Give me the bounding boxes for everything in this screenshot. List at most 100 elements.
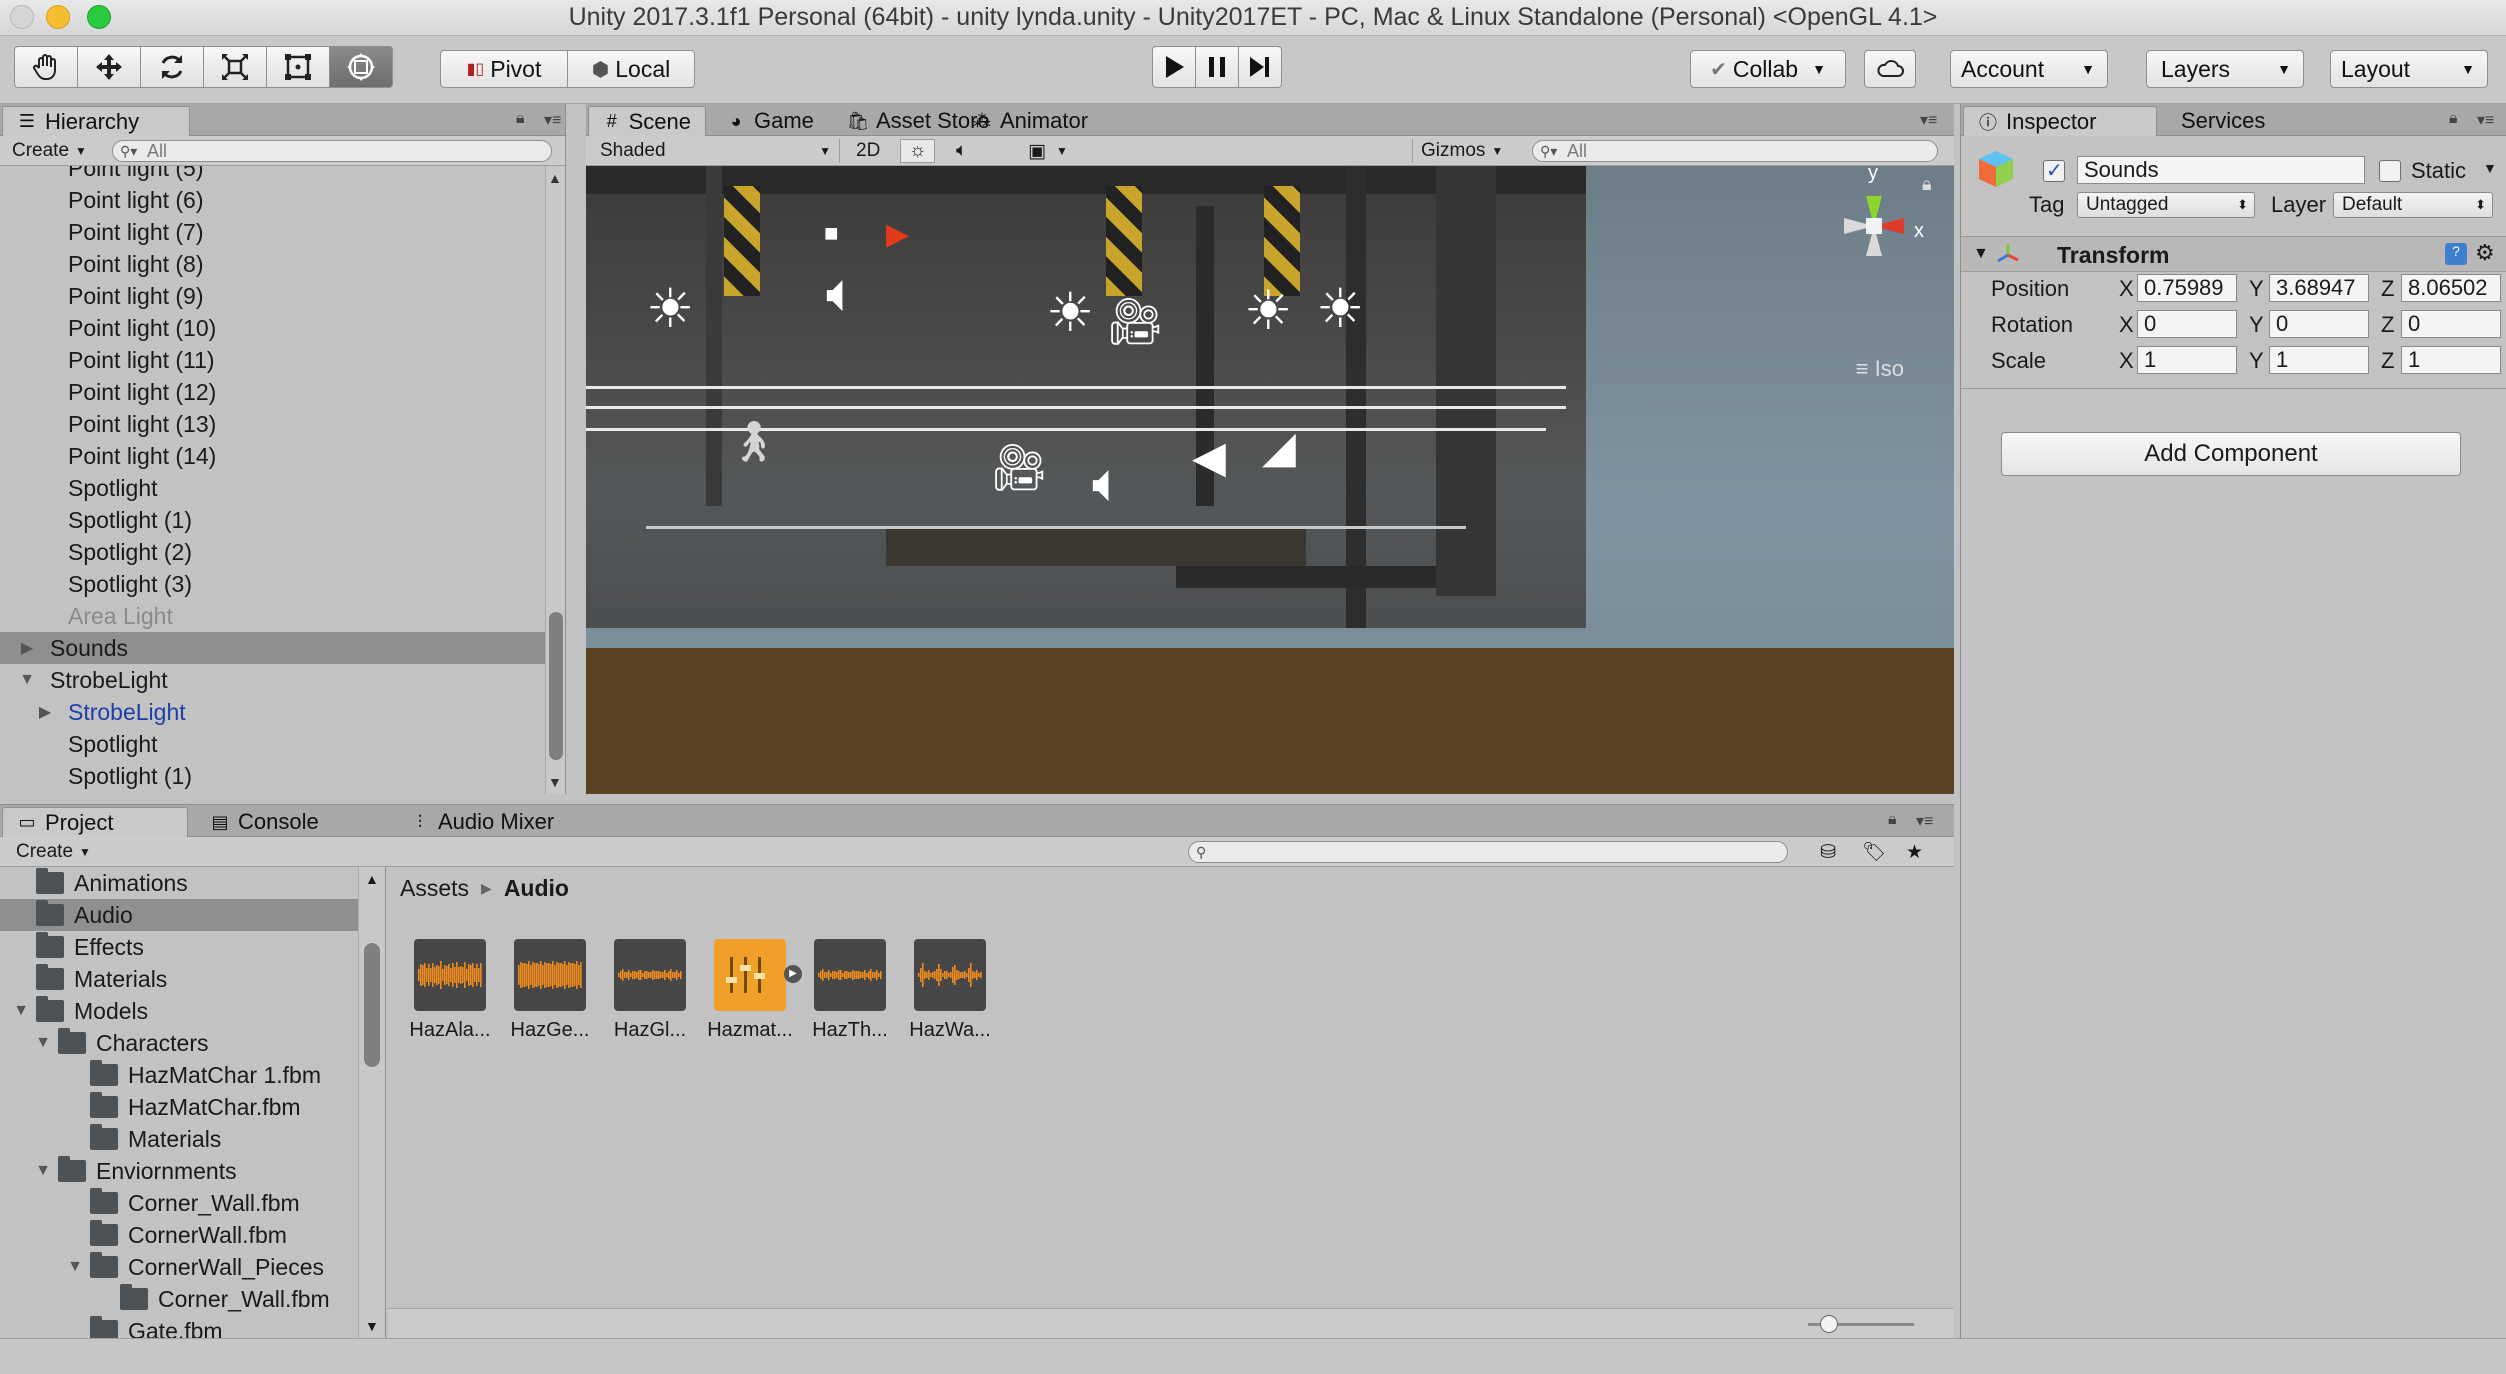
folder-item[interactable]: Materials (0, 1123, 358, 1155)
hierarchy-item[interactable]: Spotlight (1) (0, 504, 545, 536)
hierarchy-item[interactable]: Spotlight (0, 728, 545, 760)
folder-item[interactable]: Animations (0, 867, 358, 899)
breadcrumb-assets[interactable]: Assets (400, 875, 469, 902)
static-checkbox[interactable] (2379, 160, 2401, 182)
lock-icon[interactable]: 🔒︎ (1922, 174, 1932, 195)
lock-icon[interactable]: 🔒︎ (516, 110, 525, 128)
transform-tool-button[interactable] (329, 46, 393, 88)
hierarchy-item[interactable]: Point light (8) (0, 248, 545, 280)
foldout-open-icon[interactable]: ▼ (34, 1162, 52, 1180)
scale-x-field[interactable]: 1 (2137, 346, 2237, 374)
panel-menu-icon[interactable]: ▾≡ (2477, 110, 2494, 130)
tab-console[interactable]: ▤ Console (196, 807, 333, 837)
folder-item[interactable]: Audio (0, 899, 358, 931)
move-tool-button[interactable] (77, 46, 141, 88)
lock-icon[interactable]: 🔒︎ (2449, 110, 2458, 128)
hierarchy-item[interactable]: Spotlight (1) (0, 760, 545, 792)
folder-item[interactable]: HazMatChar 1.fbm (0, 1059, 358, 1091)
rotation-z-field[interactable]: 0 (2401, 310, 2501, 338)
scroll-thumb[interactable] (364, 943, 380, 1067)
panel-menu-icon[interactable]: ▾≡ (544, 110, 561, 130)
hierarchy-item[interactable]: Point light (13) (0, 408, 545, 440)
folder-item[interactable]: CornerWall.fbm (0, 1219, 358, 1251)
hierarchy-item[interactable]: ▶ StrobeLight (0, 696, 545, 728)
scene-orientation-gizmo[interactable]: y x 🔒︎ (1814, 166, 1934, 316)
shading-mode-dropdown[interactable]: Shaded ▼ (592, 139, 840, 163)
rect-tool-button[interactable] (266, 46, 330, 88)
scale-y-field[interactable]: 1 (2269, 346, 2369, 374)
cloud-button[interactable] (1864, 50, 1916, 88)
position-x-field[interactable]: 0.75989 (2137, 274, 2237, 302)
tab-asset-store[interactable]: 🛍︎ Asset Store (834, 106, 1004, 136)
scene-audio-toggle[interactable]: 🔈︎ (948, 139, 975, 163)
folder-item[interactable]: ▼ Models (0, 995, 358, 1027)
tab-project[interactable]: ▭ Project (2, 807, 188, 837)
project-tree-scrollbar[interactable]: ▲ ▼ (358, 867, 386, 1338)
hierarchy-item[interactable]: Point light (12) (0, 376, 545, 408)
folder-item[interactable]: Effects (0, 931, 358, 963)
audio-clip-asset[interactable]: HazTh... (800, 939, 900, 1042)
audio-clip-asset[interactable]: HazGl... (600, 939, 700, 1042)
thumbnail-size-slider[interactable] (1808, 1315, 1914, 1333)
pause-button[interactable] (1195, 46, 1239, 88)
hierarchy-item[interactable]: Point light (10) (0, 312, 545, 344)
rotation-y-field[interactable]: 0 (2269, 310, 2369, 338)
hierarchy-item[interactable]: Spotlight (3) (0, 568, 545, 600)
scale-z-field[interactable]: 1 (2401, 346, 2501, 374)
favorites-button[interactable]: ★ (1898, 840, 1931, 864)
gear-icon[interactable]: ⚙ (2475, 240, 2495, 266)
hierarchy-item[interactable]: Point light (9) (0, 280, 545, 312)
rotate-tool-button[interactable] (140, 46, 204, 88)
foldout-open-icon[interactable]: ▼ (66, 1258, 84, 1276)
position-y-field[interactable]: 3.68947 (2269, 274, 2369, 302)
breadcrumb-audio[interactable]: Audio (504, 875, 569, 902)
scroll-down-icon[interactable]: ▼ (365, 1318, 379, 1334)
account-dropdown[interactable]: Account ▼ (1950, 50, 2108, 88)
scale-tool-button[interactable] (203, 46, 267, 88)
scene-search-input[interactable]: ⚲▾ All (1532, 140, 1938, 162)
folder-item[interactable]: Corner_Wall.fbm (0, 1187, 358, 1219)
scroll-down-icon[interactable]: ▼ (548, 774, 562, 790)
panel-menu-icon[interactable]: ▾≡ (1920, 110, 1937, 130)
project-create-button[interactable]: Create ▼ (8, 840, 99, 864)
pivot-toggle[interactable]: ▮▯ Pivot (440, 50, 568, 88)
foldout-closed-icon[interactable]: ▶ (36, 702, 54, 722)
folder-item[interactable]: Corner_Wall.fbm (0, 1283, 358, 1315)
layout-dropdown[interactable]: Layout ▼ (2330, 50, 2488, 88)
hierarchy-item[interactable]: Point light (6) (0, 184, 545, 216)
audio-mixer-asset[interactable]: Hazmat... ▶ (700, 939, 802, 1042)
audio-clip-asset[interactable]: HazGe... (500, 939, 600, 1042)
tab-game[interactable]: ◕ Game (712, 106, 828, 136)
audio-clip-asset[interactable]: HazWa... (900, 939, 1000, 1042)
tab-hierarchy[interactable]: ☰ Hierarchy (2, 106, 190, 136)
step-button[interactable] (1238, 46, 1282, 88)
filter-by-type-button[interactable]: ⛁ (1812, 840, 1844, 864)
folder-item[interactable]: HazMatChar.fbm (0, 1091, 358, 1123)
hierarchy-item[interactable]: ▼ StrobeLight (0, 664, 545, 696)
static-dropdown-icon[interactable]: ▼ (2483, 160, 2497, 176)
foldout-open-icon[interactable]: ▼ (1973, 245, 1989, 263)
hierarchy-item[interactable]: Point light (14) (0, 440, 545, 472)
scene-lighting-toggle[interactable]: ☼ (900, 139, 936, 163)
rotation-x-field[interactable]: 0 (2137, 310, 2237, 338)
hierarchy-item[interactable]: Point light (7) (0, 216, 545, 248)
tab-audio-mixer[interactable]: ⫶ Audio Mixer (396, 807, 568, 837)
scene-effects-dropdown[interactable]: ▣ ▼ (1020, 139, 1076, 163)
add-component-button[interactable]: Add Component (2001, 432, 2461, 476)
hierarchy-item[interactable]: ▶ Sounds (0, 632, 545, 664)
audio-clip-asset[interactable]: HazAla... (400, 939, 500, 1042)
scroll-thumb[interactable] (549, 612, 563, 760)
hierarchy-item[interactable]: Point light (11) (0, 344, 545, 376)
project-search-input[interactable]: ⚲ (1188, 841, 1788, 863)
layers-dropdown[interactable]: Layers ▼ (2146, 50, 2304, 88)
gizmos-dropdown[interactable]: Gizmos ▼ (1412, 139, 1511, 163)
folder-item[interactable]: Materials (0, 963, 358, 995)
foldout-open-icon[interactable]: ▼ (12, 1002, 30, 1020)
hierarchy-scrollbar[interactable]: ▲ ▼ (545, 166, 565, 794)
folder-item[interactable]: ▼ CornerWall_Pieces (0, 1251, 358, 1283)
lock-icon[interactable]: 🔒︎ (1888, 811, 1897, 829)
folder-item[interactable]: Gate.fbm (0, 1315, 358, 1338)
tab-services[interactable]: Services (2167, 106, 2279, 136)
hand-tool-button[interactable] (14, 46, 78, 88)
mode-2d-toggle[interactable]: 2D (848, 139, 888, 163)
